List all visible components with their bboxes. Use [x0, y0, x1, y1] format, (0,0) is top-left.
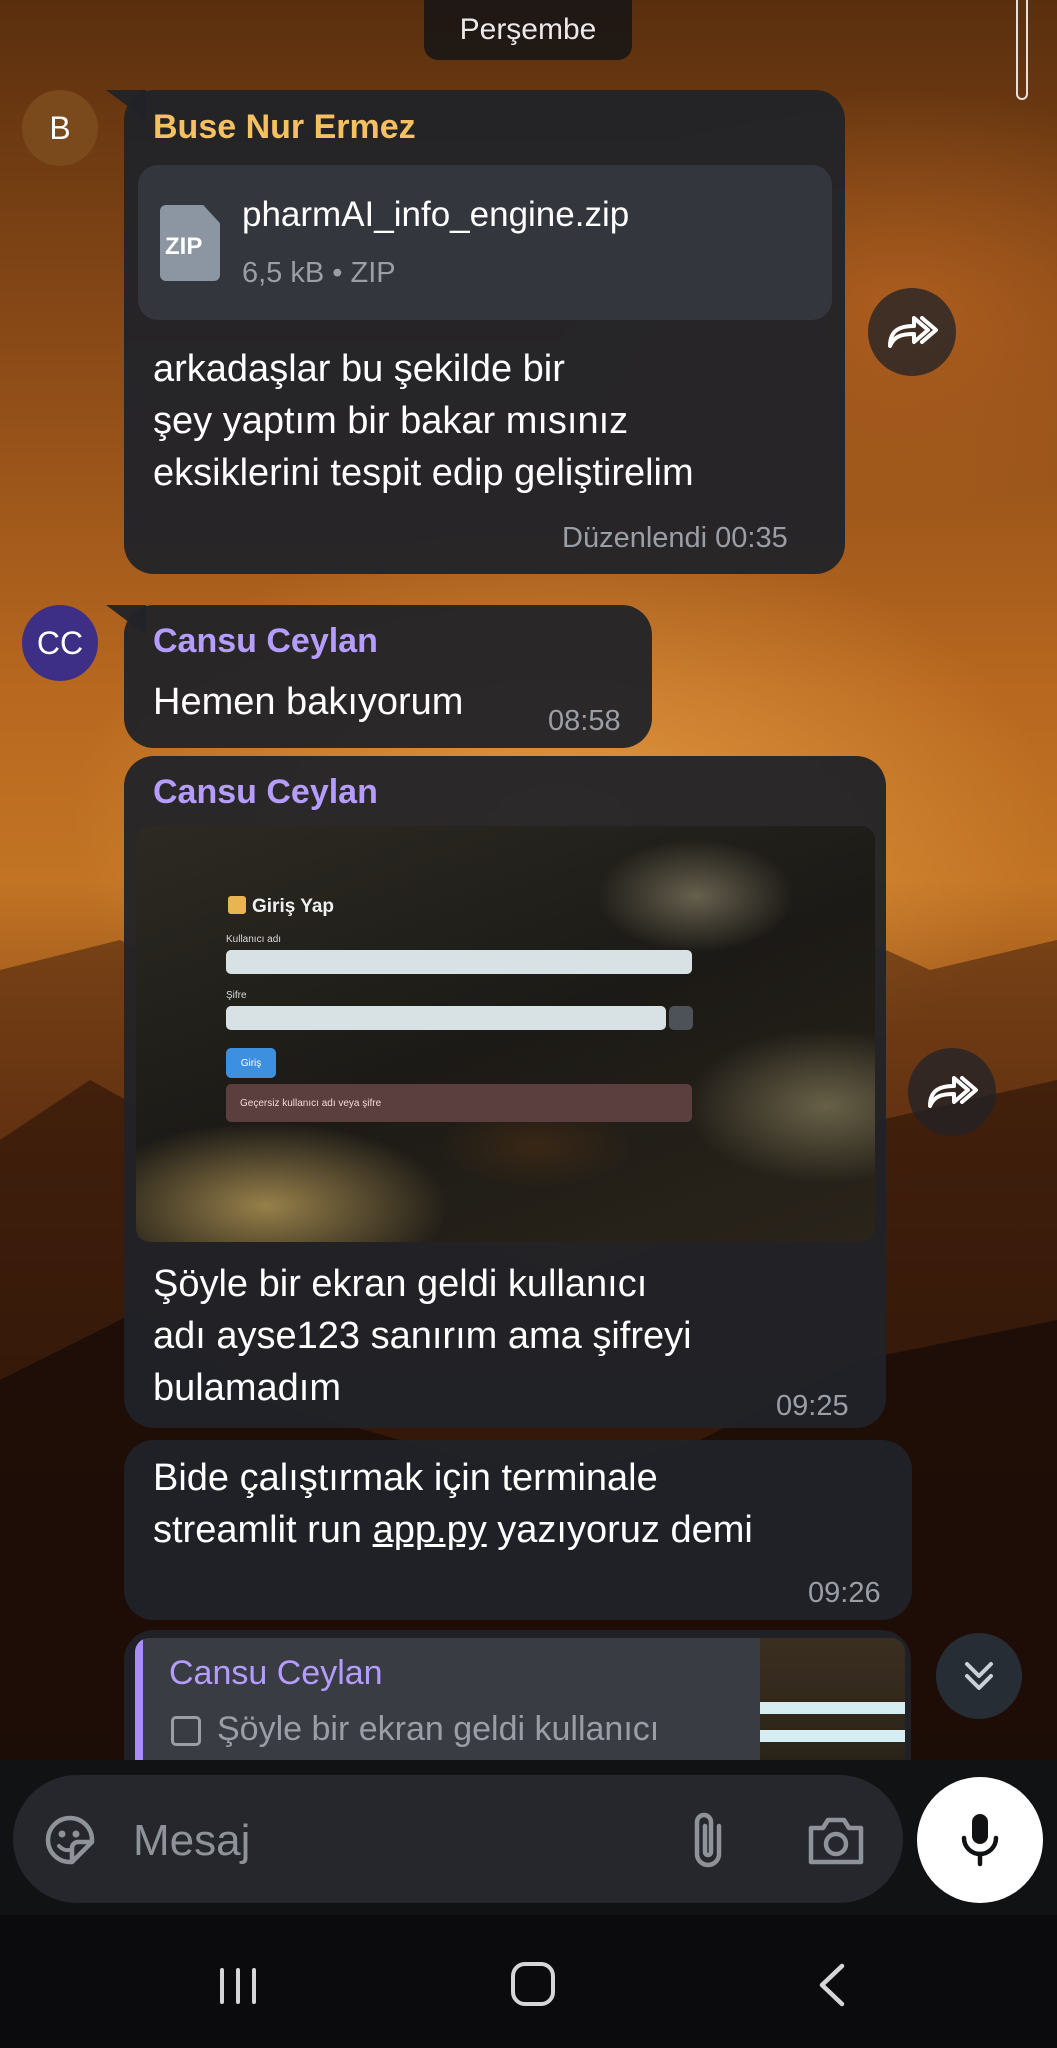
- lock-icon: [228, 896, 246, 914]
- photo-login-button: Giriş: [226, 1048, 276, 1078]
- reply-sender-name: Cansu Ceylan: [169, 1654, 383, 1692]
- photo-login-title: Giriş Yap: [252, 896, 335, 917]
- recent-apps-icon[interactable]: [216, 1966, 260, 2006]
- forward-icon: [928, 1076, 978, 1108]
- message-bubble[interactable]: [124, 90, 845, 574]
- photo-eye-icon: [669, 1006, 693, 1030]
- paperclip-icon[interactable]: [683, 1808, 733, 1872]
- message-text: Bide çalıştırmak için terminale streamli…: [153, 1457, 753, 1551]
- date-chip: Perşembe: [424, 0, 632, 60]
- message-edited-time: Düzenlendi 00:35: [562, 522, 788, 554]
- photo-error-message: Geçersiz kullanıcı adı veya şifre: [226, 1084, 692, 1122]
- file-name: pharmAI_info_engine.zip: [242, 195, 630, 234]
- message-time: 09:26: [808, 1577, 881, 1609]
- message-text: arkadaşlar bu şekilde bir şey yaptım bir…: [153, 348, 694, 494]
- message-placeholder: Mesaj: [133, 1816, 251, 1865]
- avatar-initials: CC: [36, 624, 84, 661]
- sender-name[interactable]: Buse Nur Ermez: [153, 108, 416, 147]
- forward-button[interactable]: [868, 288, 956, 376]
- zip-file-icon: ZIP: [160, 205, 220, 281]
- avatar-initials: B: [49, 109, 71, 146]
- file-size: 6,5 kB • ZIP: [242, 257, 396, 289]
- camera-icon[interactable]: [805, 1812, 867, 1868]
- voice-message-button[interactable]: [917, 1777, 1043, 1903]
- avatar[interactable]: B: [22, 90, 98, 166]
- photo-username-label: Kullanıcı adı: [226, 934, 282, 945]
- scroll-to-bottom-button[interactable]: [936, 1633, 1022, 1719]
- reply-text: Şöyle bir ekran geldi kullanıcı: [217, 1710, 660, 1748]
- avatar[interactable]: CC: [22, 605, 98, 681]
- forward-button[interactable]: [908, 1048, 996, 1136]
- file-attachment[interactable]: ZIP pharmAI_info_engine.zip 6,5 kB • ZIP: [138, 165, 832, 320]
- file-link[interactable]: app.py: [373, 1509, 487, 1551]
- reply-quote[interactable]: Cansu Ceylan Şöyle bir ekran geldi kulla…: [135, 1638, 905, 1760]
- message-text: Şöyle bir ekran geldi kullanıcı adı ayse…: [153, 1263, 692, 1409]
- photo-password-label: Şifre: [226, 990, 247, 1001]
- home-icon[interactable]: [511, 1962, 555, 2006]
- sender-name[interactable]: Cansu Ceylan: [153, 773, 378, 812]
- message-time: 09:25: [776, 1390, 849, 1422]
- photo-attachment[interactable]: Giriş Yap Kullanıcı adı Şifre Giriş Geçe…: [136, 826, 875, 1242]
- reply-thumbnail: [760, 1638, 905, 1760]
- double-chevron-down-icon: [965, 1662, 993, 1690]
- photo-password-field: [226, 1006, 666, 1030]
- photo-username-field: [226, 950, 692, 974]
- message-text: Hemen bakıyorum: [153, 681, 464, 723]
- sticker-icon[interactable]: [42, 1812, 98, 1868]
- microphone-icon: [961, 1814, 999, 1867]
- sender-name[interactable]: Cansu Ceylan: [153, 622, 378, 661]
- scroll-indicator[interactable]: [1016, 0, 1028, 100]
- forward-icon: [888, 316, 938, 348]
- back-icon[interactable]: [812, 1960, 852, 2010]
- reply-accent-bar: [135, 1638, 143, 1760]
- message-time: 08:58: [548, 705, 621, 737]
- image-icon: [171, 1716, 201, 1746]
